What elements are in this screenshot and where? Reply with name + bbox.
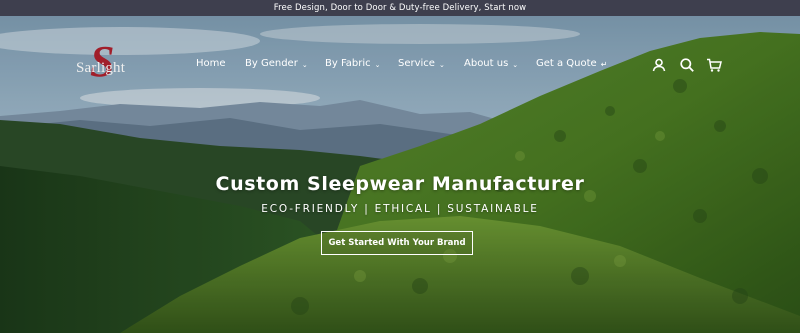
nav-by-gender[interactable]: By Gender ⌄: [245, 58, 308, 69]
announcement-text[interactable]: Free Design, Door to Door & Duty-free De…: [274, 3, 526, 13]
nav-service-label: Service: [398, 58, 435, 69]
logo-wordmark: Sarlight: [76, 60, 126, 76]
nav-by-fabric-label: By Fabric: [325, 58, 371, 69]
cart-icon[interactable]: [706, 57, 722, 73]
nav-about-us[interactable]: About us ⌄: [464, 58, 518, 69]
chevron-down-icon: ⌄: [438, 60, 445, 69]
nav-by-gender-label: By Gender: [245, 58, 298, 69]
chevron-down-icon: ⌄: [301, 60, 308, 69]
nav-home-label: Home: [196, 58, 226, 69]
nav-home[interactable]: Home: [196, 58, 226, 69]
brand-logo[interactable]: S Sarlight: [76, 40, 142, 94]
nav-by-fabric[interactable]: By Fabric ⌄: [325, 58, 381, 69]
user-icon[interactable]: [651, 57, 667, 73]
nav-get-a-quote-label: Get a Quote: [536, 58, 597, 69]
hero-subtitle: ECO-FRIENDLY | ETHICAL | SUSTAINABLE: [261, 203, 539, 215]
nav-get-a-quote[interactable]: Get a Quote ↵: [536, 58, 607, 69]
nav-service[interactable]: Service ⌄: [398, 58, 445, 69]
nav-about-us-label: About us: [464, 58, 509, 69]
chevron-down-icon: ⌄: [512, 60, 519, 69]
get-started-button[interactable]: Get Started With Your Brand: [321, 231, 473, 255]
get-started-button-label: Get Started With Your Brand: [328, 238, 466, 248]
search-icon[interactable]: [679, 57, 695, 73]
hero-title: Custom Sleepwear Manufacturer: [215, 173, 585, 195]
hero-banner: S Sarlight Home By Gender ⌄ By Fabric ⌄ …: [0, 16, 800, 333]
return-arrow-icon: ↵: [600, 60, 608, 69]
page: Free Design, Door to Door & Duty-free De…: [0, 0, 800, 333]
announcement-bar[interactable]: Free Design, Door to Door & Duty-free De…: [0, 0, 800, 16]
chevron-down-icon: ⌄: [374, 60, 381, 69]
